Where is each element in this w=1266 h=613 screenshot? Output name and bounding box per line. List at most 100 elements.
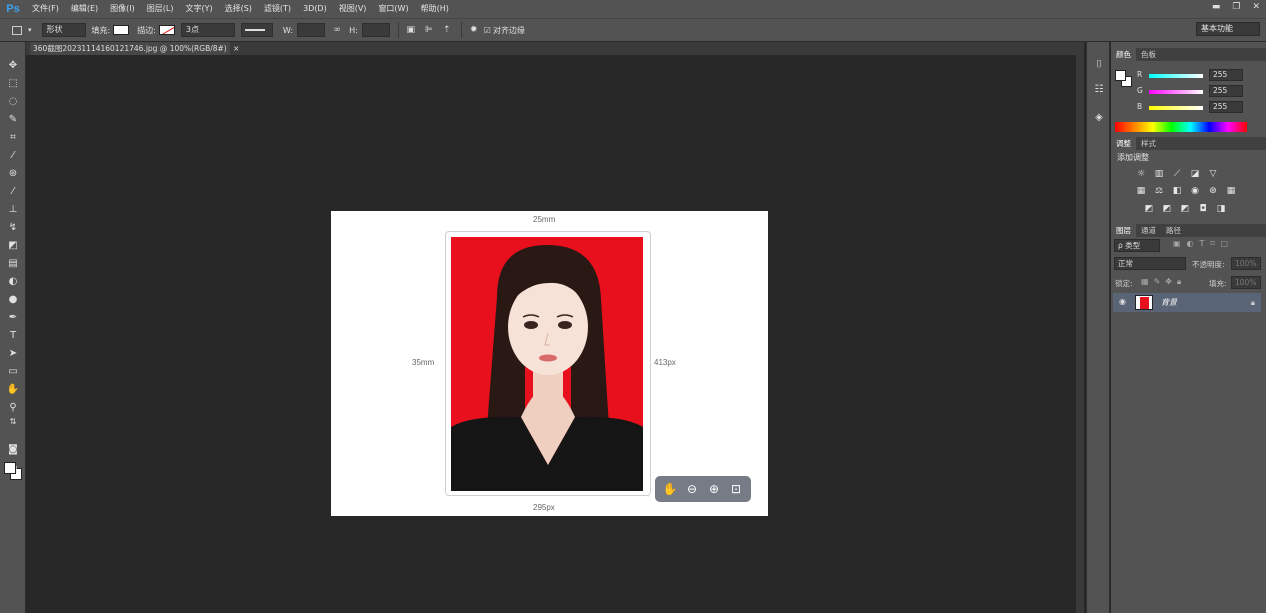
- menu-filter[interactable]: 滤镜(T): [258, 0, 297, 18]
- eyedropper-tool-icon[interactable]: ⁄: [5, 148, 21, 164]
- quick-select-tool-icon[interactable]: ✎: [5, 112, 21, 128]
- exposure-icon[interactable]: ◪: [1189, 168, 1201, 180]
- pen-tool-icon[interactable]: ✒: [5, 310, 21, 326]
- fill-swatch[interactable]: [113, 25, 130, 35]
- move-tool-icon[interactable]: ✥: [5, 58, 21, 74]
- healing-brush-tool-icon[interactable]: ⊛: [5, 166, 21, 182]
- menu-view[interactable]: 视图(V): [333, 0, 373, 18]
- path-selection-tool-icon[interactable]: ➤: [5, 346, 21, 362]
- shape-filter-icon[interactable]: ⌑: [1210, 239, 1214, 248]
- layer-row[interactable]: ◉ 背景 🔒︎: [1113, 293, 1261, 312]
- brush-tool-icon[interactable]: ⁄: [5, 184, 21, 200]
- clone-stamp-tool-icon[interactable]: ⊥: [5, 202, 21, 218]
- lock-position-icon[interactable]: ✥: [1165, 277, 1172, 287]
- color-lookup-icon[interactable]: ▦: [1225, 185, 1237, 197]
- menu-help[interactable]: 帮助(H): [415, 0, 455, 18]
- photo-filter-icon[interactable]: ◉: [1189, 185, 1201, 197]
- invert-icon[interactable]: ◩: [1143, 203, 1155, 215]
- gradient-map-icon[interactable]: ◨: [1215, 203, 1227, 215]
- blend-mode-select[interactable]: 正常: [1114, 257, 1186, 270]
- blue-slider[interactable]: [1149, 106, 1203, 110]
- 3d-panel-icon[interactable]: ◈: [1091, 110, 1107, 126]
- curves-icon[interactable]: ⟋: [1171, 168, 1183, 180]
- rectangle-tool-icon[interactable]: ▭: [5, 364, 21, 380]
- vertical-scrollbar[interactable]: [1076, 55, 1084, 613]
- layer-kind-filter[interactable]: ρ 类型: [1114, 239, 1160, 252]
- green-slider[interactable]: [1149, 90, 1203, 94]
- black-white-icon[interactable]: ◧: [1171, 185, 1183, 197]
- adjustment-filter-icon[interactable]: ◐: [1187, 239, 1194, 248]
- path-alignment-icon[interactable]: ⊫: [423, 24, 435, 36]
- tab-paths[interactable]: 路径: [1161, 224, 1186, 237]
- smart-object-filter-icon[interactable]: ▢: [1221, 239, 1229, 248]
- stroke-swatch[interactable]: [158, 25, 175, 35]
- eraser-tool-icon[interactable]: ◩: [5, 238, 21, 254]
- minimize-icon[interactable]: ▬: [1212, 2, 1221, 12]
- hue-saturation-icon[interactable]: ▦: [1135, 185, 1147, 197]
- path-operations-icon[interactable]: ▣: [405, 24, 417, 36]
- menu-edit[interactable]: 编辑(E): [65, 0, 104, 18]
- type-filter-icon[interactable]: T: [1200, 239, 1205, 248]
- lock-all-icon[interactable]: 🔒︎: [1177, 277, 1181, 287]
- hand-icon[interactable]: ✋: [662, 481, 678, 497]
- properties-panel-icon[interactable]: ☷: [1091, 82, 1107, 98]
- lasso-tool-icon[interactable]: ◌: [5, 94, 21, 110]
- posterize-icon[interactable]: ◩: [1161, 203, 1173, 215]
- menu-image[interactable]: 图像(I): [104, 0, 141, 18]
- lock-pixels-icon[interactable]: ✎: [1154, 277, 1161, 287]
- mode-select[interactable]: 形状: [41, 23, 86, 37]
- color-swatches[interactable]: [4, 462, 24, 482]
- foreground-color[interactable]: [1115, 70, 1126, 81]
- opacity-input[interactable]: 100%: [1231, 257, 1261, 270]
- width-input[interactable]: [297, 23, 326, 37]
- vibrance-icon[interactable]: ▽: [1207, 168, 1219, 180]
- levels-icon[interactable]: ▥: [1153, 168, 1165, 180]
- lock-transparent-icon[interactable]: ▦: [1141, 277, 1149, 287]
- foreground-color[interactable]: [4, 462, 16, 474]
- quick-mask-icon[interactable]: ◙: [5, 442, 21, 458]
- tab-color[interactable]: 颜色: [1111, 48, 1136, 61]
- menu-type[interactable]: 文字(Y): [179, 0, 218, 18]
- channel-mixer-icon[interactable]: ⊛: [1207, 185, 1219, 197]
- history-panel-icon[interactable]: ⌷: [1091, 57, 1107, 73]
- link-icon[interactable]: ∞: [331, 24, 343, 36]
- eye-icon[interactable]: ◉: [1119, 297, 1126, 306]
- menu-3d[interactable]: 3D(D): [297, 0, 333, 18]
- restore-icon[interactable]: ❐: [1232, 2, 1240, 12]
- zoom-out-icon[interactable]: ⊖: [684, 481, 700, 497]
- tab-channels[interactable]: 通道: [1136, 224, 1161, 237]
- tab-adjustments[interactable]: 调整: [1111, 137, 1136, 150]
- close-tab-icon[interactable]: ×: [233, 44, 239, 53]
- type-tool-icon[interactable]: T: [5, 328, 21, 344]
- red-slider[interactable]: [1149, 74, 1203, 78]
- blue-value-input[interactable]: 255: [1209, 101, 1243, 113]
- swap-colors-icon[interactable]: ⇅: [5, 414, 21, 430]
- fill-opacity-input[interactable]: 100%: [1231, 276, 1261, 289]
- gear-icon[interactable]: ✹: [468, 24, 480, 36]
- close-icon[interactable]: ✕: [1252, 2, 1260, 12]
- document-tab[interactable]: 360截图20231114160121746.jpg @ 100%(RGB/8#…: [30, 42, 239, 55]
- brightness-contrast-icon[interactable]: ☼: [1135, 168, 1147, 180]
- color-balance-icon[interactable]: ⚖: [1153, 185, 1165, 197]
- align-edges-checkbox[interactable]: ☑: [484, 26, 491, 35]
- workspace-switcher[interactable]: 基本功能: [1196, 22, 1260, 36]
- menu-window[interactable]: 窗口(W): [372, 0, 414, 18]
- stroke-type-select[interactable]: [240, 23, 273, 37]
- red-value-input[interactable]: 255: [1209, 69, 1243, 81]
- path-arrangement-icon[interactable]: ⇡: [441, 24, 453, 36]
- menu-file[interactable]: 文件(F): [26, 0, 65, 18]
- gradient-tool-icon[interactable]: ▤: [5, 256, 21, 272]
- hand-tool-icon[interactable]: ✋: [5, 382, 21, 398]
- stroke-size-input[interactable]: 3点: [180, 23, 235, 37]
- tab-styles[interactable]: 样式: [1136, 137, 1161, 150]
- fit-icon[interactable]: ⊡: [728, 481, 744, 497]
- zoom-in-icon[interactable]: ⊕: [706, 481, 722, 497]
- tab-layers[interactable]: 图层: [1111, 224, 1136, 237]
- threshold-icon[interactable]: ◩: [1179, 203, 1191, 215]
- green-value-input[interactable]: 255: [1209, 85, 1243, 97]
- menu-select[interactable]: 选择(S): [219, 0, 258, 18]
- menu-layer[interactable]: 图层(L): [141, 0, 180, 18]
- color-panel-swatches[interactable]: [1115, 70, 1135, 90]
- height-input[interactable]: [361, 23, 390, 37]
- marquee-tool-icon[interactable]: ⬚: [5, 76, 21, 92]
